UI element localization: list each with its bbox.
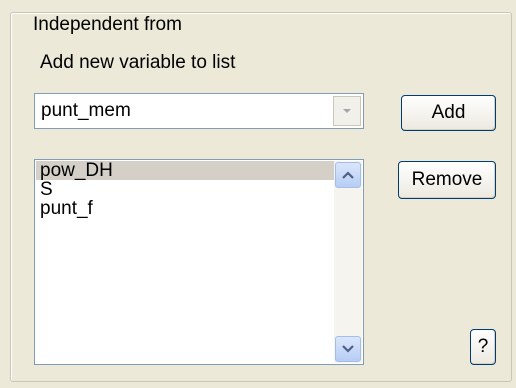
- list-item[interactable]: S: [36, 180, 334, 199]
- chevron-down-icon[interactable]: [333, 96, 361, 126]
- variable-listbox[interactable]: pow_DH S punt_f: [34, 159, 364, 365]
- groupbox-title: Independent from: [29, 15, 186, 35]
- scroll-down-arrow-icon[interactable]: [335, 336, 361, 362]
- listbox-items: pow_DH S punt_f: [36, 161, 334, 218]
- remove-button[interactable]: Remove: [398, 161, 496, 199]
- add-variable-label: Add new variable to list: [40, 52, 236, 73]
- scroll-up-arrow-icon[interactable]: [335, 162, 361, 188]
- listbox-scrollbar[interactable]: [334, 161, 362, 363]
- help-button[interactable]: ?: [470, 329, 496, 365]
- variable-combobox[interactable]: punt_mem: [34, 93, 364, 129]
- add-button[interactable]: Add: [401, 95, 496, 131]
- combobox-value: punt_mem: [41, 100, 131, 121]
- list-item[interactable]: punt_f: [36, 199, 334, 218]
- list-item[interactable]: pow_DH: [36, 161, 334, 180]
